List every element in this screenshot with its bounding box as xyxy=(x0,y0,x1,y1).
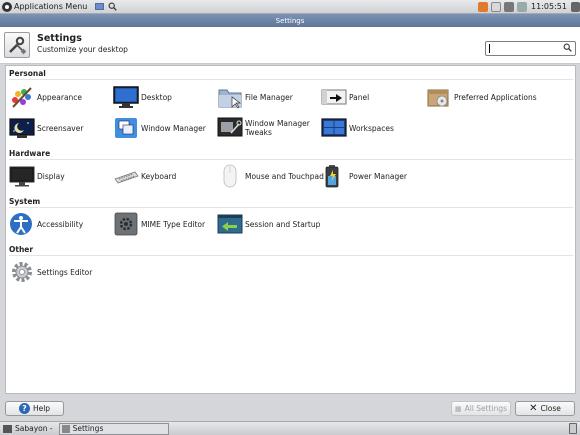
category-system: System xyxy=(9,197,41,206)
category-hardware: Hardware xyxy=(9,149,51,158)
item-file-manager[interactable]: File Manager xyxy=(217,84,293,110)
window-manager-icon xyxy=(113,116,139,140)
mouse-icon xyxy=(217,164,243,188)
item-label: Appearance xyxy=(37,92,83,102)
user-session-icon[interactable] xyxy=(571,1,580,12)
display-icon xyxy=(9,164,35,188)
item-panel[interactable]: Panel xyxy=(321,84,369,110)
item-label: Preferred Applications xyxy=(454,92,537,102)
category-personal: Personal xyxy=(9,69,46,78)
item-appearance[interactable]: Appearance xyxy=(9,84,82,110)
item-power-manager[interactable]: Power Manager xyxy=(321,163,407,189)
power-manager-icon xyxy=(321,164,347,188)
item-label: Screensaver xyxy=(37,123,84,133)
package-updates-icon[interactable] xyxy=(478,1,488,12)
item-window-manager-tweaks[interactable]: Window Manager Tweaks xyxy=(217,115,310,141)
panel-icon xyxy=(321,85,347,109)
workspace-switcher[interactable]: Sabayon - xyxy=(0,424,56,433)
applications-menu[interactable]: Applications Menu xyxy=(14,2,87,11)
item-settings-editor[interactable]: Settings Editor xyxy=(9,259,92,285)
text-caret xyxy=(489,44,490,53)
item-mouse-and-touchpad[interactable]: Mouse and Touchpad xyxy=(217,163,324,189)
window-title: Settings xyxy=(275,16,305,25)
item-label: MIME Type Editor xyxy=(141,219,206,229)
battery-icon[interactable] xyxy=(517,1,527,12)
category-divider xyxy=(9,79,573,80)
close-icon: ✕ xyxy=(529,403,538,414)
item-label: Window Manager xyxy=(141,123,206,133)
item-label: Desktop xyxy=(141,92,172,102)
settings-grid: Personal Appearance Desktop File Manager… xyxy=(5,65,576,394)
taskbar: Sabayon - Settings xyxy=(0,421,580,435)
appearance-icon xyxy=(9,85,35,109)
category-divider xyxy=(9,255,573,256)
network-icon[interactable] xyxy=(491,1,501,12)
item-label: Accessibility xyxy=(37,219,84,229)
item-label: Power Manager xyxy=(349,171,407,181)
help-icon: ? xyxy=(18,403,30,414)
grid-icon: ▦ xyxy=(454,404,462,413)
close-button[interactable]: ✕ Close xyxy=(515,401,575,416)
item-label: Settings Editor xyxy=(37,267,93,277)
keyboard-icon xyxy=(113,164,139,188)
item-preferred-applications[interactable]: Preferred Applications xyxy=(426,84,537,110)
settings-tools-icon xyxy=(4,32,30,58)
session-and-startup-icon xyxy=(217,212,243,236)
search-icon[interactable] xyxy=(562,43,573,54)
desktop-switch-icon xyxy=(3,424,12,433)
item-mime-type-editor[interactable]: MIME Type Editor xyxy=(113,211,205,237)
page-subtitle: Customize your desktop xyxy=(37,45,128,54)
accessibility-icon xyxy=(9,212,35,236)
search-box[interactable] xyxy=(485,41,576,56)
screensaver-icon xyxy=(9,116,35,140)
item-label: Keyboard xyxy=(141,171,177,181)
item-desktop[interactable]: Desktop xyxy=(113,84,172,110)
preferred-applications-icon xyxy=(426,85,452,109)
item-label: Panel xyxy=(349,92,370,102)
clock[interactable]: 11:05:51 xyxy=(530,2,568,11)
all-settings-button[interactable]: ▦ All Settings xyxy=(451,401,511,416)
item-workspaces[interactable]: Workspaces xyxy=(321,115,394,141)
file-manager-launcher-icon[interactable] xyxy=(94,2,104,12)
item-keyboard[interactable]: Keyboard xyxy=(113,163,176,189)
item-label: Window Manager Tweaks xyxy=(245,119,310,137)
workspaces-icon xyxy=(321,116,347,140)
category-divider xyxy=(9,207,573,208)
item-label: Mouse and Touchpad xyxy=(245,171,324,181)
item-window-manager[interactable]: Window Manager xyxy=(113,115,206,141)
page-title: Settings xyxy=(37,33,82,44)
item-label: Display xyxy=(37,171,65,181)
settings-header: Settings Customize your desktop xyxy=(0,27,580,64)
item-label: File Manager xyxy=(245,92,293,102)
settings-editor-icon xyxy=(9,260,35,284)
category-divider xyxy=(9,159,573,160)
search-launcher-icon[interactable] xyxy=(107,2,117,12)
desktop-icon xyxy=(113,85,139,109)
item-accessibility[interactable]: Accessibility xyxy=(9,211,83,237)
taskbar-task-settings[interactable]: Settings xyxy=(58,422,169,435)
help-button[interactable]: ? Help xyxy=(5,401,64,416)
item-display[interactable]: Display xyxy=(9,163,65,189)
category-other: Other xyxy=(9,245,34,254)
speaker-icon[interactable] xyxy=(504,1,514,12)
item-session-and-startup[interactable]: Session and Startup xyxy=(217,211,320,237)
settings-task-icon xyxy=(61,424,70,433)
mime-type-editor-icon xyxy=(113,212,139,236)
window-manager-tweaks-icon xyxy=(217,116,243,140)
item-label: Session and Startup xyxy=(245,219,321,229)
sabayon-logo-icon[interactable] xyxy=(2,1,12,12)
top-panel: Applications Menu 11:05:51 xyxy=(0,0,580,14)
file-manager-icon xyxy=(217,85,243,109)
item-screensaver[interactable]: Screensaver xyxy=(9,115,83,141)
search-input[interactable] xyxy=(486,42,560,55)
item-label: Workspaces xyxy=(349,123,394,133)
trash-icon[interactable] xyxy=(569,423,577,434)
window-titlebar[interactable]: Settings xyxy=(0,14,580,27)
